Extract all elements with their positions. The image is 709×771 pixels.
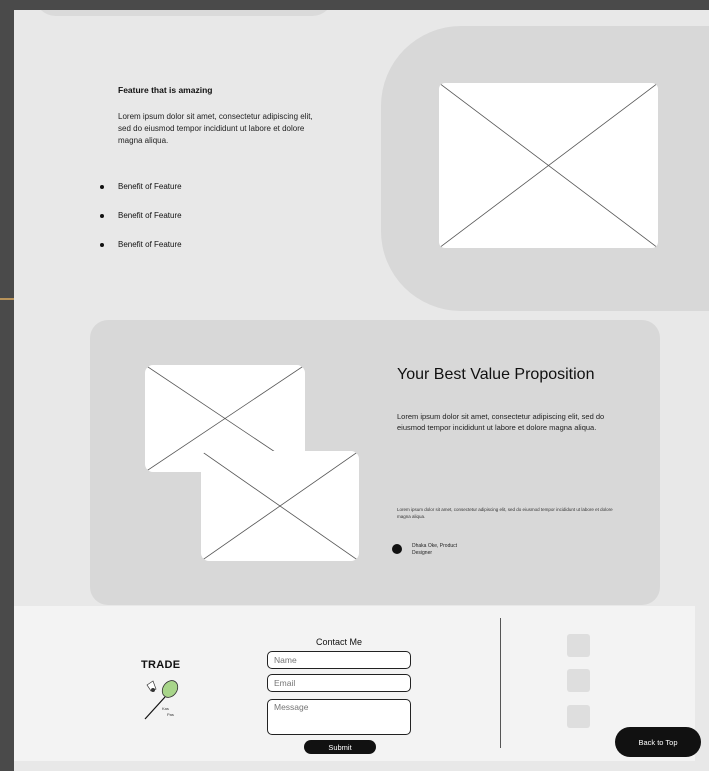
contact-title: Contact Me <box>315 637 363 647</box>
testimonial-author: Dhaka Oke, Product Designer <box>412 543 458 556</box>
image-placeholder-icon <box>439 83 658 248</box>
value-proposition-description: Lorem ipsum dolor sit amet, consectetur … <box>397 412 605 432</box>
feature-image-placeholder <box>439 83 658 248</box>
feature-description: Lorem ipsum dolor sit amet, consectetur … <box>118 112 313 145</box>
bullet-icon <box>100 242 104 247</box>
image-placeholder-icon <box>201 451 359 561</box>
badminton-logo-icon: Kas Pas <box>144 680 179 720</box>
value-proposition-title: Your Best Value Proposition <box>397 366 595 383</box>
social-link-3[interactable] <box>567 705 590 728</box>
submit-button[interactable]: Submit <box>304 740 376 754</box>
benefit-item: Benefit of Feature <box>100 182 182 191</box>
benefit-item: Benefit of Feature <box>100 211 182 220</box>
side-accent-line <box>0 298 14 300</box>
message-field[interactable] <box>267 699 411 735</box>
back-to-top-button[interactable]: Back to Top <box>615 727 701 757</box>
testimonial-quote: Lorem ipsum dolor sit amet, consectetur … <box>397 507 613 519</box>
bullet-icon <box>100 184 104 189</box>
avatar <box>392 544 402 554</box>
svg-text:Pas: Pas <box>167 712 174 717</box>
logo-text: Kas <box>162 706 169 711</box>
benefit-label: Benefit of Feature <box>118 240 182 249</box>
benefit-label: Benefit of Feature <box>118 211 182 220</box>
top-section-edge <box>34 10 334 16</box>
name-field[interactable] <box>267 651 411 669</box>
email-field[interactable] <box>267 674 411 692</box>
bullet-icon <box>100 213 104 218</box>
value-image-placeholder-2 <box>201 451 359 561</box>
benefit-label: Benefit of Feature <box>118 182 182 191</box>
benefit-item: Benefit of Feature <box>100 240 182 249</box>
footer-divider <box>500 618 501 748</box>
feature-title: Feature that is amazing <box>118 85 213 95</box>
social-link-2[interactable] <box>567 669 590 692</box>
social-link-1[interactable] <box>567 634 590 657</box>
brand-name: TRADE <box>141 659 181 671</box>
